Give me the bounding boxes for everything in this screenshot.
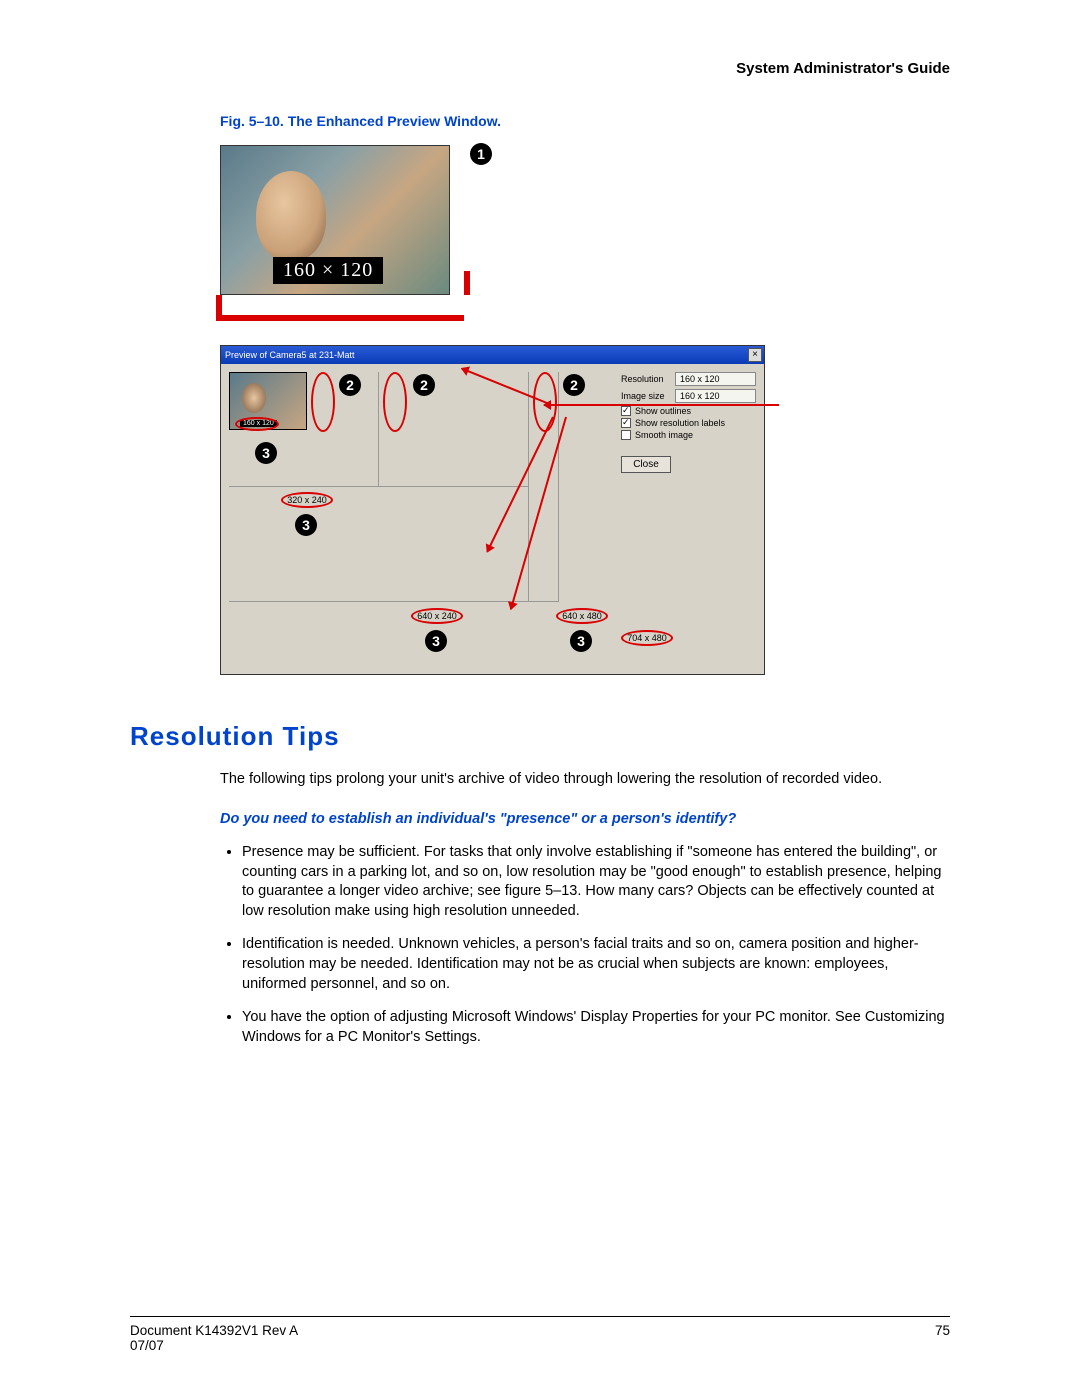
window-title: Preview of Camera5 at 231-Matt [225, 350, 355, 360]
smooth-image-checkbox[interactable] [621, 430, 631, 440]
callout-3b: 3 [295, 514, 317, 536]
column-highlight-2 [383, 372, 407, 432]
settings-panel: Resolution 160 x 120 Image size 160 x 12… [621, 372, 756, 473]
preview-thumbnail: 160 x 120 [229, 372, 307, 430]
image-size-row: Image size 160 x 120 [621, 389, 756, 403]
show-outlines-label: Show outlines [635, 406, 691, 416]
close-button[interactable]: Close [621, 456, 671, 473]
callout-number-3: 3 [425, 630, 447, 652]
list-item: You have the option of adjusting Microso… [242, 1008, 950, 1047]
thumb-res-highlight [235, 417, 279, 431]
callout-3c: 3 [425, 630, 447, 652]
window-close-button[interactable]: × [748, 348, 762, 362]
preview-window: Preview of Camera5 at 231-Matt × 160 x 1… [220, 345, 765, 675]
res-label-704-480: 704 x 480 [621, 630, 673, 646]
callout-1: 1 [470, 143, 496, 169]
callout-3a: 3 [255, 442, 277, 464]
image-size-value[interactable]: 160 x 120 [675, 389, 756, 403]
callout-number-2: 2 [413, 374, 435, 396]
show-resolution-labels-label: Show resolution labels [635, 418, 725, 428]
page-number: 75 [935, 1323, 950, 1353]
resolution-row: Resolution 160 x 120 [621, 372, 756, 386]
section-body: The following tips prolong your unit's a… [220, 770, 950, 1047]
footer-left: Document K14392V1 Rev A 07/07 [130, 1323, 298, 1353]
column-highlight-1 [311, 372, 335, 432]
callout-number-3: 3 [570, 630, 592, 652]
res-label-640-480: 640 x 480 [556, 608, 608, 624]
callout-3d: 3 [570, 630, 592, 652]
show-outlines-row[interactable]: Show outlines [621, 406, 756, 416]
document-date: 07/07 [130, 1338, 164, 1353]
res-label-640-240: 640 x 240 [411, 608, 463, 624]
show-outlines-checkbox[interactable] [621, 406, 631, 416]
callout-number-2: 2 [339, 374, 361, 396]
enlarged-preview: 160 × 120 1 [220, 145, 510, 321]
callout-2a: 2 [339, 374, 361, 396]
list-item: Presence may be sufficient. For tasks th… [242, 843, 950, 921]
res-text-320: 320 x 240 [287, 495, 327, 505]
figure-caption: Fig. 5–10. The Enhanced Preview Window. [220, 113, 950, 129]
resolution-overlay-label: 160 × 120 [273, 257, 383, 284]
face-placeholder [256, 171, 326, 261]
callout-number-1: 1 [470, 143, 492, 165]
callout-number-3: 3 [255, 442, 277, 464]
callout-2b: 2 [413, 374, 435, 396]
subsection-heading: Do you need to establish an individual's… [220, 810, 950, 830]
intro-paragraph: The following tips prolong your unit's a… [220, 770, 950, 790]
smooth-image-label: Smooth image [635, 430, 693, 440]
window-body: 160 x 120 2 2 2 3 [221, 364, 764, 674]
thumb-face [242, 383, 266, 413]
section-heading: Resolution Tips [130, 721, 950, 752]
res-text-704-480: 704 x 480 [627, 633, 667, 643]
show-resolution-labels-row[interactable]: Show resolution labels [621, 418, 756, 428]
res-label-320: 320 x 240 [281, 492, 333, 508]
image-size-label: Image size [621, 391, 669, 401]
running-header: System Administrator's Guide [130, 60, 950, 77]
res-text-640-480: 640 x 480 [562, 611, 602, 621]
show-resolution-labels-checkbox[interactable] [621, 418, 631, 428]
callout-number-2: 2 [563, 374, 585, 396]
highlight-frame [216, 295, 464, 321]
figure-block: 160 × 120 1 Preview of Camera5 at 231-Ma… [220, 145, 950, 675]
resolution-value[interactable]: 160 x 120 [675, 372, 756, 386]
resolution-label: Resolution [621, 374, 669, 384]
callout-2c: 2 [563, 374, 585, 396]
page-footer: Document K14392V1 Rev A 07/07 75 [130, 1316, 950, 1353]
bullet-list: Presence may be sufficient. For tasks th… [220, 843, 950, 1047]
list-item: Identification is needed. Unknown vehicl… [242, 935, 950, 994]
preview-photo: 160 × 120 [220, 145, 450, 295]
smooth-image-row[interactable]: Smooth image [621, 430, 756, 440]
res-text-640-240: 640 x 240 [417, 611, 457, 621]
window-titlebar: Preview of Camera5 at 231-Matt × [221, 346, 764, 364]
callout-number-3: 3 [295, 514, 317, 536]
document-id: Document K14392V1 Rev A [130, 1323, 298, 1338]
